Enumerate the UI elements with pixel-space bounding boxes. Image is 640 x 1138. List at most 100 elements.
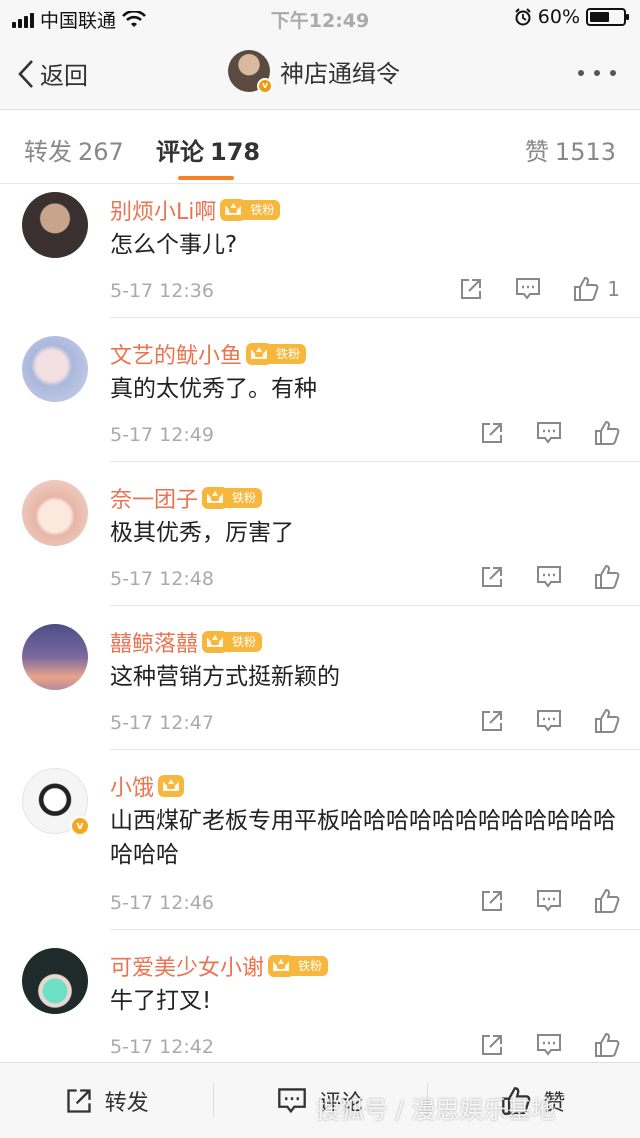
tab-like[interactable]: 赞 1513 <box>525 132 616 167</box>
repost-label: 转发 <box>104 1090 149 1116</box>
avatar[interactable]: v <box>22 768 90 836</box>
share-icon <box>461 279 482 299</box>
comment-button[interactable]: 评论 <box>213 1063 426 1138</box>
comment-username[interactable]: 小饿 <box>110 770 185 802</box>
comment-actions <box>480 420 620 446</box>
thumbs-up-icon <box>595 708 620 733</box>
username-text: 奈一团子 <box>110 488 199 513</box>
comment-icon <box>278 1087 306 1113</box>
comment-username[interactable]: 奈一团子 铁粉 <box>110 482 263 514</box>
crown-icon <box>220 199 247 221</box>
fan-badge: 铁粉 <box>202 487 263 509</box>
reply-button[interactable] <box>536 889 562 913</box>
nav-title[interactable]: v 神店通缉令 <box>228 50 400 94</box>
like-button[interactable]: 1 <box>573 276 620 302</box>
comment-time: 5-17 12:47 <box>110 712 214 734</box>
bottom-toolbar: 转发 评论 赞 <box>0 1062 640 1138</box>
comment-item: 文艺的鱿小鱼 铁粉 真的太优秀了。有种 5-17 12:49 <box>0 318 640 462</box>
share-button[interactable] <box>480 709 504 733</box>
comment-icon <box>516 278 541 300</box>
alarm-icon <box>515 8 531 26</box>
comment-actions: 1 <box>459 276 620 302</box>
fan-badge-label: 铁粉 <box>244 200 281 220</box>
fan-badge-label: 铁粉 <box>270 344 307 364</box>
avatar[interactable] <box>22 948 88 1014</box>
thumbs-up-icon <box>502 1086 531 1115</box>
avatar[interactable] <box>22 336 88 402</box>
comment-icon <box>537 566 561 588</box>
share-icon <box>482 891 502 911</box>
share-icon <box>482 423 502 443</box>
crown-icon <box>246 343 273 365</box>
tab-repost-count: 267 <box>78 138 124 166</box>
share-button[interactable] <box>459 277 483 301</box>
comment-time: 5-17 12:49 <box>110 424 214 446</box>
share-button[interactable] <box>480 565 504 589</box>
comment-item: 可爱美少女小谢 铁粉 牛了打叉! 5-17 12:42 <box>0 930 640 1070</box>
comment-item: 囍鲸落囍 铁粉 这种营销方式挺新颖的 5-17 12:47 <box>0 606 640 750</box>
like-button[interactable] <box>594 420 620 446</box>
avatar[interactable] <box>22 480 88 546</box>
tab-comment[interactable]: 评论 178 <box>156 132 260 167</box>
share-icon <box>482 1035 502 1055</box>
comment-actions <box>480 1032 620 1058</box>
reply-button[interactable] <box>536 565 562 589</box>
fan-badge: 铁粉 <box>246 343 307 365</box>
back-button[interactable]: 返回 <box>18 56 88 91</box>
chevron-left-icon <box>18 59 33 88</box>
battery-fill <box>590 12 610 22</box>
thumbs-up-icon <box>595 1032 620 1057</box>
comment-username[interactable]: 囍鲸落囍 铁粉 <box>110 626 263 658</box>
like-button[interactable] <box>594 708 620 734</box>
share-button[interactable] <box>480 1033 504 1057</box>
reply-button[interactable] <box>536 421 562 445</box>
account-name: 神店通缉令 <box>280 59 400 88</box>
fan-badge: 铁粉 <box>202 631 263 653</box>
comment-username[interactable]: 文艺的鱿小鱼 铁粉 <box>110 338 307 370</box>
avatar[interactable] <box>22 192 88 258</box>
share-button[interactable] <box>480 421 504 445</box>
fan-badge-label: 铁粉 <box>226 488 263 508</box>
battery-percent: 60% <box>537 6 580 28</box>
tab-repost[interactable]: 转发 267 <box>24 132 124 167</box>
crown-icon <box>268 955 295 977</box>
thumbs-up-icon <box>574 276 599 301</box>
reply-button[interactable] <box>536 709 562 733</box>
thumbs-up-icon <box>595 888 620 913</box>
share-icon <box>482 711 502 731</box>
crown-icon <box>202 487 229 509</box>
back-label: 返回 <box>40 62 88 90</box>
like-button[interactable] <box>594 564 620 590</box>
share-button[interactable] <box>480 889 504 913</box>
username-text: 可爱美少女小谢 <box>110 956 265 981</box>
account-avatar: v <box>228 50 273 94</box>
username-text: 囍鲸落囍 <box>110 632 199 657</box>
like-button[interactable] <box>594 888 620 914</box>
reply-button[interactable] <box>515 277 541 301</box>
nav-bar: 返回 v 神店通缉令 <box>0 36 640 110</box>
reply-button[interactable] <box>536 1033 562 1057</box>
status-bar: 中国联通 下午12:49 60% <box>0 0 640 36</box>
comment-time: 5-17 12:46 <box>110 892 214 914</box>
repost-button[interactable]: 转发 <box>0 1063 213 1138</box>
fan-badge-label: 铁粉 <box>292 956 329 976</box>
comment-item: 别烦小Li啊 铁粉 怎么个事儿? 5-17 12:36 1 <box>0 184 640 318</box>
comment-text: 真的太优秀了。有种 <box>110 376 317 402</box>
tab-bar: 转发 267 评论 178 赞 1513 <box>0 110 640 184</box>
tab-comment-label: 评论 <box>156 138 204 166</box>
more-icon[interactable] <box>578 70 616 76</box>
like-button[interactable] <box>594 1032 620 1058</box>
username-text: 小饿 <box>110 776 155 801</box>
comment-icon <box>537 890 561 912</box>
like-count: 1 <box>607 277 620 301</box>
comment-username[interactable]: 可爱美少女小谢 铁粉 <box>110 950 329 982</box>
comment-item: 奈一团子 铁粉 极其优秀，厉害了 5-17 12:48 <box>0 462 640 606</box>
tab-like-count: 1513 <box>554 138 616 166</box>
comment-username[interactable]: 别烦小Li啊 铁粉 <box>110 194 281 226</box>
comment-actions <box>480 564 620 590</box>
fan-badge <box>158 775 185 797</box>
avatar[interactable] <box>22 624 88 690</box>
like-button[interactable]: 赞 <box>426 1063 640 1138</box>
crown-icon <box>158 775 185 797</box>
verified-icon: v <box>70 816 90 836</box>
